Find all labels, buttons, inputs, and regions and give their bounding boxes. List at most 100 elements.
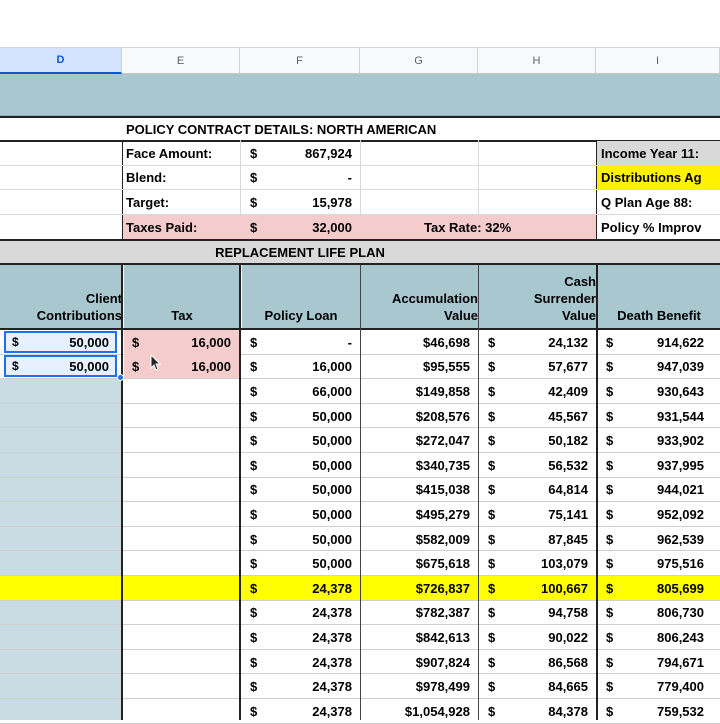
policy-loan-value[interactable]: - [240,330,360,355]
death-benefit-value[interactable]: 947,039 [596,355,712,380]
policy-loan-value[interactable]: 16,000 [240,355,360,380]
taxes-paid-value[interactable]: 32,000 [240,215,360,239]
accumulation-value[interactable]: $582,009 [360,527,478,552]
accumulation-value[interactable]: $272,047 [360,428,478,453]
tax-value-2[interactable]: 16,000 [124,354,239,378]
policy-loan-value[interactable]: 24,378 [240,625,360,650]
accumulation-value[interactable]: $95,555 [360,355,478,380]
face-amount-value[interactable]: 867,924 [240,142,360,164]
death-benefit-value[interactable]: 806,730 [596,601,712,626]
death-benefit-value[interactable]: 931,544 [596,404,712,429]
death-benefit-value[interactable]: 914,622 [596,330,712,355]
cash-surrender-value[interactable]: 103,079 [478,551,596,576]
column-header-i[interactable]: I [596,48,720,74]
death-benefit-value[interactable]: 937,995 [596,453,712,478]
target-value[interactable]: 15,978 [240,190,360,214]
accumulation-value[interactable]: $495,279 [360,502,478,527]
death-benefit-value[interactable]: 944,021 [596,478,712,503]
accumulation-value[interactable]: $978,499 [360,674,478,699]
header-cash-surrender-value[interactable]: Cash Surrender Value [479,265,596,328]
header-death-label: Death Benefit [617,308,701,323]
divider [596,214,720,215]
cash-surrender-value[interactable]: 90,022 [478,625,596,650]
cash-surrender-value[interactable]: 56,532 [478,453,596,478]
face-amount-label[interactable]: Face Amount: [126,142,238,164]
death-benefit-value[interactable]: 794,671 [596,650,712,675]
cash-surrender-value[interactable]: 94,758 [478,601,596,626]
policy-loan-value[interactable]: 50,000 [240,502,360,527]
column-header-d[interactable]: D [0,48,122,74]
income-year-label[interactable]: Income Year 11: [601,141,699,165]
policy-loan-value[interactable]: 50,000 [240,404,360,429]
column-header-h[interactable]: H [478,48,596,74]
column-header-e[interactable]: E [122,48,240,74]
death-benefit-value[interactable]: 930,643 [596,379,712,404]
cash-surrender-value[interactable]: 75,141 [478,502,596,527]
tax-rate-label[interactable]: Tax Rate: 32% [424,215,511,239]
death-benefit-value[interactable]: 933,902 [596,428,712,453]
header-accum-line2: Value [444,308,478,323]
cash-surrender-value[interactable]: 57,677 [478,355,596,380]
tax-value-1[interactable]: 16,000 [124,330,239,354]
cash-surrender-value[interactable]: 24,132 [478,330,596,355]
policy-loan-value[interactable]: 50,000 [240,551,360,576]
death-benefit-value[interactable]: 975,516 [596,551,712,576]
column-header-g[interactable]: G [360,48,478,74]
policy-loan-value[interactable]: 24,378 [240,674,360,699]
q-plan-age-label[interactable]: Q Plan Age 88: [601,190,692,214]
cash-surrender-value[interactable]: 100,667 [478,576,596,601]
distributions-label[interactable]: Distributions Ag [601,166,702,189]
header-tax[interactable]: Tax [124,265,240,328]
target-label[interactable]: Target: [126,190,238,214]
accumulation-value[interactable]: $415,038 [360,478,478,503]
death-benefit-value[interactable]: 779,400 [596,674,712,699]
accumulation-value[interactable]: $842,613 [360,625,478,650]
contribution-value-1: 50,000 [69,334,109,350]
death-benefit-value[interactable]: 805,699 [596,576,712,601]
cash-surrender-value[interactable]: 84,665 [478,674,596,699]
accumulation-value[interactable]: $726,837 [360,576,478,601]
toolbar-area [0,0,720,48]
header-band [0,74,720,116]
column-header-f[interactable]: F [240,48,360,74]
accumulation-value[interactable]: $340,735 [360,453,478,478]
accumulation-value[interactable]: $782,387 [360,601,478,626]
blend-value[interactable]: - [240,166,360,189]
policy-loan-value[interactable]: 24,378 [240,650,360,675]
cash-surrender-value[interactable]: 45,567 [478,404,596,429]
header-client-contributions[interactable]: Client Contributions [0,265,122,328]
taxes-paid-label[interactable]: Taxes Paid: [126,215,238,239]
cash-surrender-value[interactable]: 50,182 [478,428,596,453]
policy-loan-value[interactable]: 24,378 [240,601,360,626]
policy-title: POLICY CONTRACT DETAILS: NORTH AMERICAN [126,121,437,137]
header-accumulation-value[interactable]: Accumulation Value [361,265,478,328]
blend-label[interactable]: Blend: [126,166,238,189]
policy-loan-value[interactable]: 50,000 [240,478,360,503]
header-death-benefit[interactable]: Death Benefit [598,265,720,328]
death-benefit-value[interactable]: 952,092 [596,502,712,527]
accumulation-value[interactable]: $208,576 [360,404,478,429]
death-benefit-value[interactable]: 962,539 [596,527,712,552]
cash-surrender-value[interactable]: 42,409 [478,379,596,404]
policy-improvement-label[interactable]: Policy % Improv [601,215,701,239]
death-benefit-value[interactable]: 806,243 [596,625,712,650]
accumulation-value[interactable]: $675,618 [360,551,478,576]
accumulation-value[interactable]: $46,698 [360,330,478,355]
policy-loan-value[interactable]: 66,000 [240,379,360,404]
cash-surrender-value[interactable]: 86,568 [478,650,596,675]
header-tax-label: Tax [171,308,193,323]
header-cash-line1: Cash [564,274,596,289]
cash-surrender-value[interactable]: 64,814 [478,478,596,503]
policy-loan-value[interactable]: 50,000 [240,527,360,552]
policy-loan-value[interactable]: 50,000 [240,428,360,453]
accumulation-value[interactable]: $907,824 [360,650,478,675]
header-loan-label: Policy Loan [264,308,338,323]
policy-loan-value[interactable]: 24,378 [240,576,360,601]
header-policy-loan[interactable]: Policy Loan [242,265,360,328]
divider [478,265,479,720]
selection-fill-handle[interactable] [117,374,124,381]
contributions-column-fill [0,378,122,720]
accumulation-value[interactable]: $149,858 [360,379,478,404]
policy-loan-value[interactable]: 50,000 [240,453,360,478]
cash-surrender-value[interactable]: 87,845 [478,527,596,552]
